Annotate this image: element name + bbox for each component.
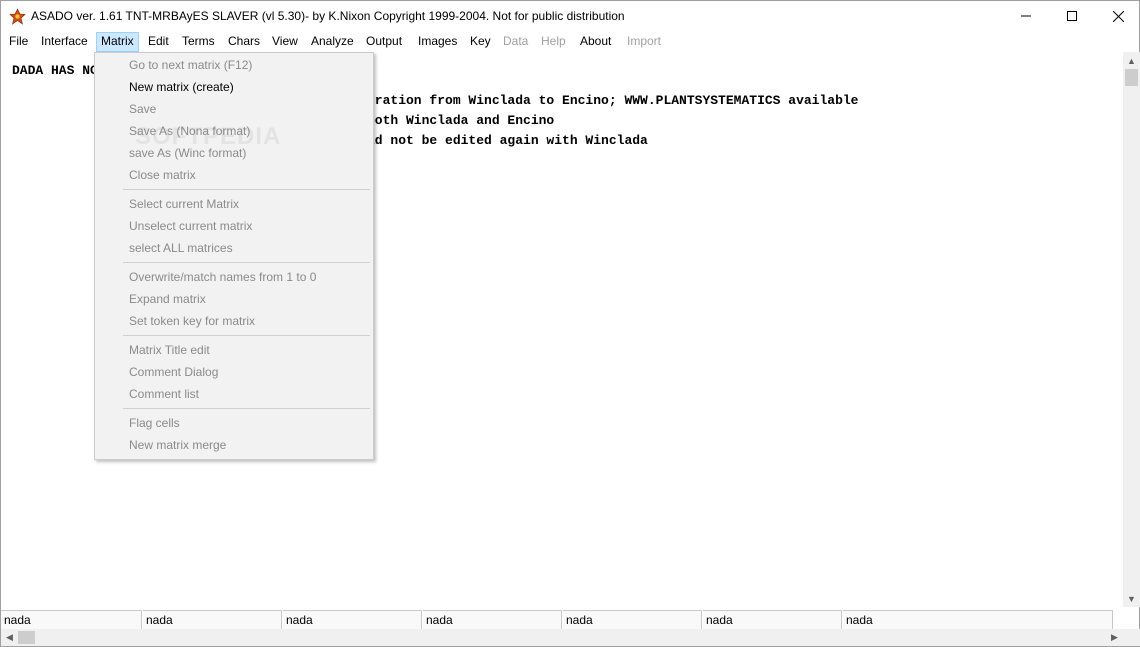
matrix-dropdown-menu: SOFTPEDIA Go to next matrix (F12) New ma…: [94, 52, 374, 460]
horizontal-scrollbar[interactable]: ◀ ▶: [1, 629, 1123, 646]
content-line: DADA HAS NO: [12, 63, 98, 78]
menu-terms[interactable]: Terms: [178, 32, 219, 52]
menu-item-select-all-matrices[interactable]: select ALL matrices: [129, 237, 233, 259]
maximize-icon: [1067, 11, 1077, 21]
menu-item-unselect-current-matrix[interactable]: Unselect current matrix: [129, 215, 252, 237]
minimize-button[interactable]: [1003, 1, 1049, 31]
minimize-icon: [1021, 15, 1031, 17]
menu-item-expand-matrix[interactable]: Expand matrix: [129, 288, 206, 310]
scroll-right-icon[interactable]: ▶: [1106, 629, 1123, 646]
content-line: ld not be edited again with Winclada: [367, 133, 648, 148]
menu-item-comment-dialog[interactable]: Comment Dialog: [129, 361, 218, 383]
menu-separator: [123, 408, 370, 409]
status-bar: nada nada nada nada nada nada nada: [1, 609, 1123, 629]
menu-item-save-as-nona[interactable]: Save As (Nona format): [129, 120, 250, 142]
close-button[interactable]: [1095, 1, 1140, 31]
menu-separator: [123, 189, 370, 190]
menu-item-close-matrix[interactable]: Close matrix: [129, 164, 196, 186]
status-cell: nada: [283, 610, 422, 629]
menu-item-overwrite-match-names[interactable]: Overwrite/match names from 1 to 0: [129, 266, 316, 288]
menu-data[interactable]: Data: [499, 32, 532, 52]
window-title: ASADO ver. 1.61 TNT-MRBAyES SLAVER (vl 5…: [31, 9, 625, 23]
menu-about[interactable]: About: [576, 32, 615, 52]
menu-item-new-matrix[interactable]: New matrix (create): [129, 76, 234, 98]
vertical-scroll-thumb[interactable]: [1125, 69, 1138, 86]
menu-analyze[interactable]: Analyze: [307, 32, 358, 52]
menu-edit[interactable]: Edit: [144, 32, 173, 52]
menu-separator: [123, 262, 370, 263]
menu-images[interactable]: Images: [414, 32, 461, 52]
menu-separator: [123, 335, 370, 336]
content-line: both Winclada and Encino: [367, 113, 555, 128]
vertical-scrollbar[interactable]: ▲ ▼: [1123, 52, 1140, 607]
menu-item-go-to-next-matrix[interactable]: Go to next matrix (F12): [129, 54, 252, 76]
menu-item-select-current-matrix[interactable]: Select current Matrix: [129, 193, 239, 215]
status-cell: nada: [1, 610, 142, 629]
menu-item-save[interactable]: Save: [129, 98, 156, 120]
menu-item-matrix-title-edit[interactable]: Matrix Title edit: [129, 339, 210, 361]
close-icon: [1112, 10, 1124, 22]
menu-file[interactable]: File: [5, 32, 32, 52]
menu-interface[interactable]: Interface: [37, 32, 92, 52]
menu-import[interactable]: Import: [623, 32, 665, 52]
scroll-left-icon[interactable]: ◀: [1, 629, 18, 646]
content-line: gration from Winclada to Encino; WWW.PLA…: [367, 93, 859, 108]
menu-item-new-matrix-merge[interactable]: New matrix merge: [129, 434, 226, 456]
menu-chars[interactable]: Chars: [224, 32, 264, 52]
title-bar: ASADO ver. 1.61 TNT-MRBAyES SLAVER (vl 5…: [1, 1, 1139, 31]
menu-item-flag-cells[interactable]: Flag cells: [129, 412, 180, 434]
status-cell: nada: [423, 610, 562, 629]
scrollbar-corner: [1123, 629, 1140, 646]
app-window: ASADO ver. 1.61 TNT-MRBAyES SLAVER (vl 5…: [0, 0, 1140, 647]
menu-view[interactable]: View: [268, 32, 302, 52]
menu-help[interactable]: Help: [537, 32, 570, 52]
menu-item-comment-list[interactable]: Comment list: [129, 383, 199, 405]
status-cell: nada: [563, 610, 702, 629]
menu-key[interactable]: Key: [466, 32, 495, 52]
menu-item-set-token-key[interactable]: Set token key for matrix: [129, 310, 255, 332]
status-cell: nada: [143, 610, 282, 629]
maximize-button[interactable]: [1049, 1, 1095, 31]
menu-output[interactable]: Output: [362, 32, 406, 52]
status-cell: nada: [703, 610, 842, 629]
scroll-up-icon[interactable]: ▲: [1123, 52, 1140, 69]
scroll-down-icon[interactable]: ▼: [1123, 590, 1140, 607]
menu-matrix[interactable]: Matrix: [96, 32, 139, 52]
asado-app-icon: [9, 8, 26, 25]
horizontal-scroll-thumb[interactable]: [18, 631, 35, 644]
menu-item-save-as-winc[interactable]: save As (Winc format): [129, 142, 246, 164]
status-cell: nada: [843, 610, 1113, 629]
menu-bar: File Interface Matrix Edit Terms Chars V…: [1, 31, 1139, 52]
